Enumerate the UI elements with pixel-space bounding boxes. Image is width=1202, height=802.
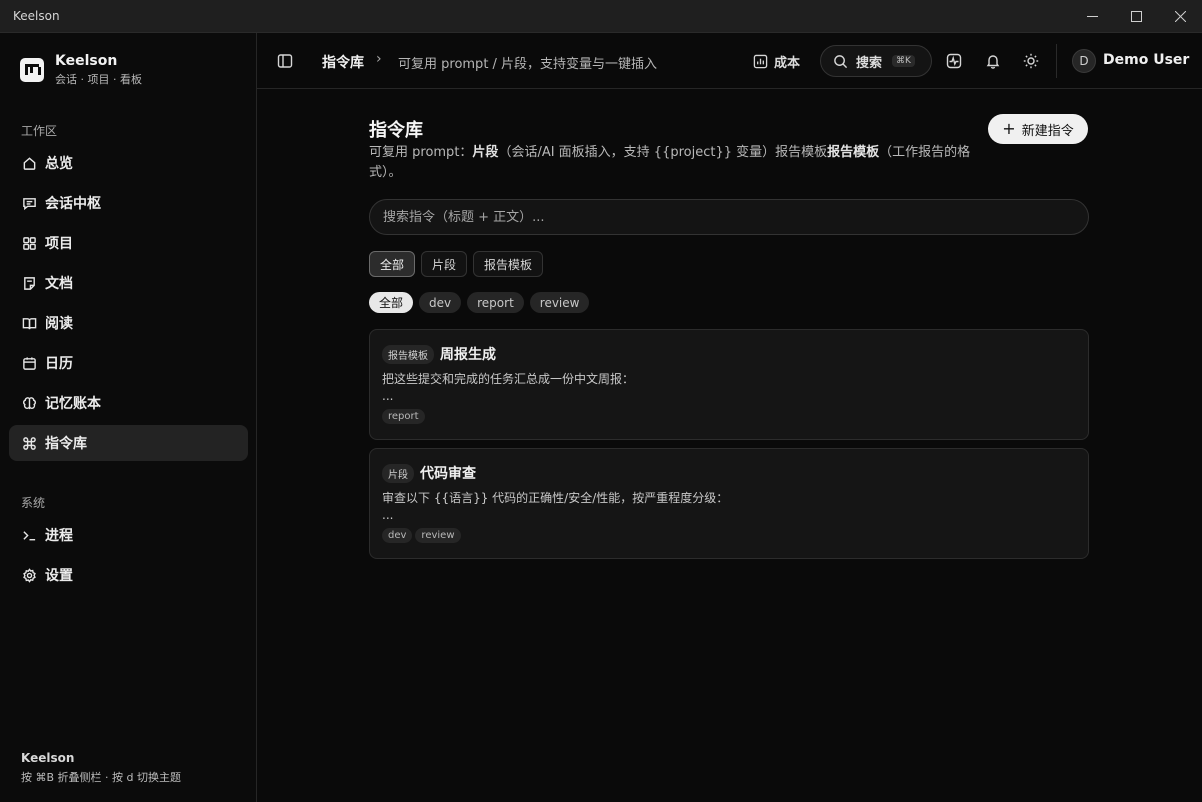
card-tag: review	[415, 528, 461, 543]
document-icon	[21, 275, 37, 291]
sidebar-item-label: 记忆账本	[45, 396, 101, 412]
sidebar-item-label: 总览	[45, 156, 73, 172]
avatar[interactable]: D	[1072, 49, 1096, 73]
card-body: 审查以下 {{语言}} 代码的正确性/安全/性能，按严重程度分级： ...	[382, 491, 729, 522]
tag-filter-dev[interactable]: dev	[419, 292, 462, 313]
search-shortcut: ⌘K	[892, 55, 915, 67]
card-tag: dev	[382, 528, 413, 543]
sidebar-item-label: 日历	[45, 356, 73, 372]
calendar-icon	[21, 355, 37, 371]
minimize-button[interactable]	[1070, 0, 1114, 33]
brand-logo-icon	[20, 58, 44, 82]
tag-filter-review[interactable]: review	[529, 292, 590, 313]
chat-icon	[21, 195, 37, 211]
main-content: 指令库 可复用 prompt：片段（会话/AI 面板插入，支持 {{projec…	[257, 89, 1202, 802]
card-tags: dev review	[382, 528, 461, 543]
sidebar-item-overview[interactable]: 总览	[9, 145, 248, 181]
sidebar-item-calendar[interactable]: 日历	[9, 345, 248, 381]
sidebar-toggle-icon[interactable]	[277, 53, 293, 69]
card-tags: report	[382, 409, 425, 424]
search-button[interactable]: 搜索 ⌘K	[820, 45, 932, 77]
footer-title: Keelson	[21, 751, 75, 765]
breadcrumb-current: 指令库	[322, 55, 364, 71]
tag-filter-all[interactable]: 全部	[369, 292, 414, 313]
sidebar-item-label: 指令库	[45, 436, 87, 452]
brand-subtitle: 会话 · 项目 · 看板	[55, 73, 142, 86]
sidebar-item-reading[interactable]: 阅读	[9, 305, 248, 341]
sidebar-item-label: 进程	[45, 528, 73, 544]
title-bar: Keelson	[0, 0, 1202, 33]
card-title: 代码审查	[420, 466, 476, 482]
card-header: 报告模板 周报生成	[382, 344, 496, 364]
new-command-label: 新建指令	[1021, 123, 1074, 139]
sidebar-item-label: 会话中枢	[45, 196, 101, 212]
sidebar-item-projects[interactable]: 项目	[9, 225, 248, 261]
top-header: 指令库 › 可复用 prompt / 片段，支持变量与一键插入 成本 搜索 ⌘K…	[257, 33, 1202, 89]
sidebar-item-processes[interactable]: 进程	[9, 517, 248, 553]
card-tag: report	[382, 409, 425, 424]
sun-icon[interactable]	[1023, 53, 1039, 69]
brain-icon	[21, 395, 37, 411]
new-command-button[interactable]: + 新建指令	[988, 114, 1088, 144]
filter-all[interactable]: 全部	[369, 251, 416, 277]
bell-icon[interactable]	[985, 53, 1001, 69]
sidebar-item-chat-hub[interactable]: 会话中枢	[9, 185, 248, 221]
tag-filter-report[interactable]: report	[467, 292, 524, 313]
brand[interactable]: Keelson 会话 · 项目 · 看板	[20, 53, 142, 87]
grid-icon	[21, 235, 37, 251]
card-type-badge: 片段	[382, 463, 414, 483]
card-header: 片段 代码审查	[382, 463, 476, 483]
command-card[interactable]: 报告模板 周报生成 把这些提交和完成的任务汇总成一份中文周报： ... repo…	[369, 329, 1089, 440]
tag-filter-group: 全部 dev report review	[369, 292, 590, 313]
breadcrumb-separator: ›	[376, 51, 382, 67]
filter-snippet[interactable]: 片段	[421, 251, 468, 277]
command-search-input[interactable]	[369, 199, 1089, 235]
card-title: 周报生成	[440, 347, 496, 363]
book-icon	[21, 315, 37, 331]
home-icon	[21, 155, 37, 171]
sidebar-item-label: 文档	[45, 276, 73, 292]
sidebar-item-memory-ledger[interactable]: 记忆账本	[9, 385, 248, 421]
terminal-icon	[21, 527, 37, 543]
sidebar-footer: Keelson 按 ⌘B 折叠侧栏 · 按 d 切换主题	[21, 751, 181, 785]
activity-icon[interactable]	[946, 53, 962, 69]
workspace-section-label: 工作区	[21, 124, 58, 138]
close-button[interactable]	[1158, 0, 1202, 33]
maximize-icon	[1130, 11, 1142, 22]
window-controls	[1070, 0, 1202, 33]
close-icon	[1174, 11, 1186, 22]
search-icon	[834, 54, 848, 68]
sidebar-item-label: 设置	[45, 568, 73, 584]
card-type-badge: 报告模板	[382, 344, 434, 364]
page-description: 可复用 prompt：片段（会话/AI 面板插入，支持 {{project}} …	[369, 145, 971, 180]
sidebar-item-documents[interactable]: 文档	[9, 265, 248, 301]
sidebar-item-command-library[interactable]: 指令库	[9, 425, 248, 461]
command-card[interactable]: 片段 代码审查 审查以下 {{语言}} 代码的正确性/安全/性能，按严重程度分级…	[369, 448, 1089, 559]
sidebar-item-label: 阅读	[45, 316, 73, 332]
sidebar: Keelson 会话 · 项目 · 看板 工作区 总览 会话中枢 项目 文档 阅…	[0, 33, 257, 802]
page-title: 指令库	[369, 120, 423, 141]
cost-button[interactable]: 成本	[753, 52, 800, 71]
gear-icon	[21, 567, 37, 583]
window-title: Keelson	[13, 9, 60, 23]
chart-icon	[753, 54, 768, 69]
command-icon	[21, 435, 37, 451]
sidebar-item-settings[interactable]: 设置	[9, 557, 248, 593]
system-section-label: 系统	[21, 496, 46, 510]
plus-icon: +	[1002, 119, 1016, 138]
type-filter-group: 全部 片段 报告模板	[369, 251, 544, 277]
header-divider	[1056, 44, 1057, 78]
cost-label: 成本	[774, 56, 801, 71]
sidebar-item-label: 项目	[45, 236, 73, 252]
minimize-icon	[1086, 16, 1098, 17]
breadcrumb-description: 可复用 prompt / 片段，支持变量与一键插入	[398, 57, 658, 72]
filter-report-template[interactable]: 报告模板	[473, 251, 544, 277]
footer-shortcut-hint: 按 ⌘B 折叠侧栏 · 按 d 切换主题	[21, 771, 182, 784]
brand-name: Keelson	[55, 53, 118, 69]
search-label: 搜索	[856, 55, 883, 71]
maximize-button[interactable]	[1114, 0, 1158, 33]
card-body: 把这些提交和完成的任务汇总成一份中文周报： ...	[382, 372, 635, 403]
user-name[interactable]: Demo User	[1103, 52, 1189, 68]
